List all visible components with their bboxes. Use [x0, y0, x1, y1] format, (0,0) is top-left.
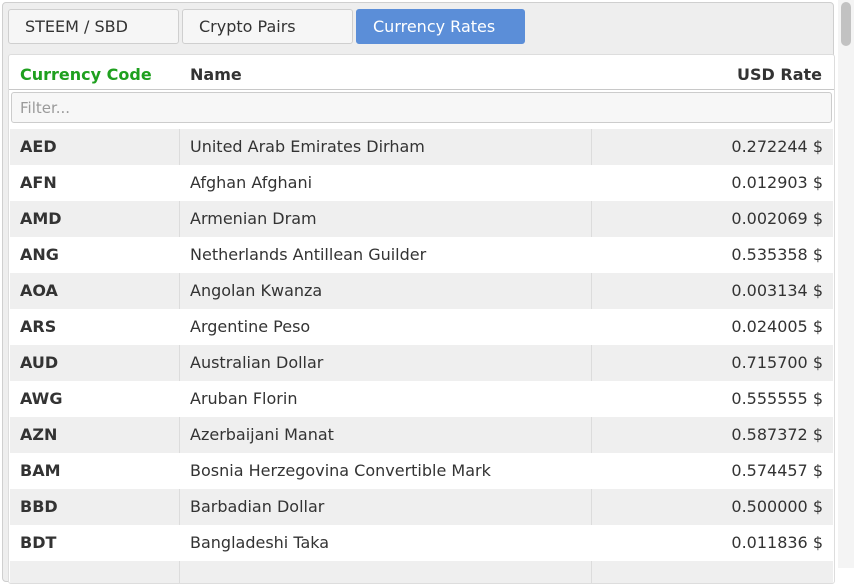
table-row[interactable]: AFN Afghan Afghani 0.012903 $	[10, 165, 833, 201]
usd-rate-cell: 0.003134 $	[731, 281, 823, 300]
currency-name-cell: Azerbaijani Manat	[180, 417, 592, 453]
table-row[interactable]: BAM Bosnia Herzegovina Convertible Mark 0.…	[10, 453, 833, 489]
currency-code-cell: ANG	[10, 237, 180, 273]
column-header-name[interactable]: Name	[190, 65, 242, 84]
table-row[interactable]: AED United Arab Emirates Dirham 0.272244 $	[10, 129, 833, 165]
currency-table-body: AED United Arab Emirates Dirham 0.272244 $…	[10, 129, 833, 583]
currency-code-cell: BBD	[10, 489, 180, 525]
currency-code-cell: AOA	[10, 273, 180, 309]
currency-code-cell	[10, 561, 180, 583]
usd-rate-cell: 0.012903 $	[731, 173, 823, 192]
table-row[interactable]: AWG Aruban Florin 0.555555 $	[10, 381, 833, 417]
usd-rate-cell: 0.272244 $	[731, 137, 823, 156]
table-header: Currency Code Name USD Rate	[9, 55, 834, 90]
currency-code-cell: AUD	[10, 345, 180, 381]
usd-rate-cell: 0.587372 $	[731, 425, 823, 444]
table-row[interactable]: AOA Angolan Kwanza 0.003134 $	[10, 273, 833, 309]
column-header-usd-rate[interactable]: USD Rate	[737, 65, 822, 84]
tab-crypto-pairs[interactable]: Crypto Pairs	[182, 9, 353, 44]
table-row[interactable]: BBD Barbadian Dollar 0.500000 $	[10, 489, 833, 525]
currency-name-cell: Armenian Dram	[180, 201, 592, 237]
currency-code-cell: AZN	[10, 417, 180, 453]
tab-currency-rates[interactable]: Currency Rates	[356, 9, 525, 44]
tab-steem-sbd[interactable]: STEEM / SBD	[8, 9, 179, 44]
currency-code-cell: BAM	[10, 453, 180, 489]
currency-name-cell: Netherlands Antillean Guilder	[180, 237, 592, 273]
table-row[interactable]: ANG Netherlands Antillean Guilder 0.535358…	[10, 237, 833, 273]
currency-name-cell	[180, 561, 592, 583]
usd-rate-cell: 0.011836 $	[731, 533, 823, 552]
currency-name-cell: Aruban Florin	[180, 381, 592, 417]
table-row[interactable]: ARS Argentine Peso 0.024005 $	[10, 309, 833, 345]
currency-code-cell: ARS	[10, 309, 180, 345]
currency-code-cell: BDT	[10, 525, 180, 561]
currency-name-cell: Bosnia Herzegovina Convertible Mark	[180, 453, 592, 489]
currency-name-cell: Argentine Peso	[180, 309, 592, 345]
scrollbar-thumb[interactable]	[841, 2, 851, 46]
currency-name-cell: Australian Dollar	[180, 345, 592, 381]
currency-name-cell: Angolan Kwanza	[180, 273, 592, 309]
usd-rate-cell: 0.002069 $	[731, 209, 823, 228]
usd-rate-cell: 0.715700 $	[731, 353, 823, 372]
table-row[interactable]: AMD Armenian Dram 0.002069 $	[10, 201, 833, 237]
currency-name-cell: Bangladeshi Taka	[180, 525, 592, 561]
usd-rate-cell: 0.500000 $	[731, 497, 823, 516]
usd-rate-cell: 0.535358 $	[731, 245, 823, 264]
currency-name-cell: Afghan Afghani	[180, 165, 592, 201]
table-row[interactable]	[10, 561, 833, 583]
usd-rate-cell: 0.024005 $	[731, 317, 823, 336]
table-row[interactable]: BDT Bangladeshi Taka 0.011836 $	[10, 525, 833, 561]
currency-name-cell: United Arab Emirates Dirham	[180, 129, 592, 165]
table-row[interactable]: AUD Australian Dollar 0.715700 $	[10, 345, 833, 381]
usd-rate-cell	[592, 561, 833, 583]
currency-code-cell: AWG	[10, 381, 180, 417]
page-scrollbar[interactable]	[838, 0, 854, 568]
currency-code-cell: AED	[10, 129, 180, 165]
column-header-currency-code[interactable]: Currency Code	[20, 65, 152, 84]
currency-name-cell: Barbadian Dollar	[180, 489, 592, 525]
currency-rates-panel: Currency Code Name USD Rate AEDUnited Ar…	[8, 54, 835, 584]
usd-rate-cell: 0.555555 $	[731, 389, 823, 408]
currency-code-cell: AMD	[10, 201, 180, 237]
rates-widget: STEEM / SBD Crypto Pairs Currency Rates …	[2, 2, 835, 584]
filter-input[interactable]	[11, 92, 832, 123]
currency-code-cell: AFN	[10, 165, 180, 201]
usd-rate-cell: 0.574457 $	[731, 461, 823, 480]
table-row[interactable]: AZN Azerbaijani Manat 0.587372 $	[10, 417, 833, 453]
